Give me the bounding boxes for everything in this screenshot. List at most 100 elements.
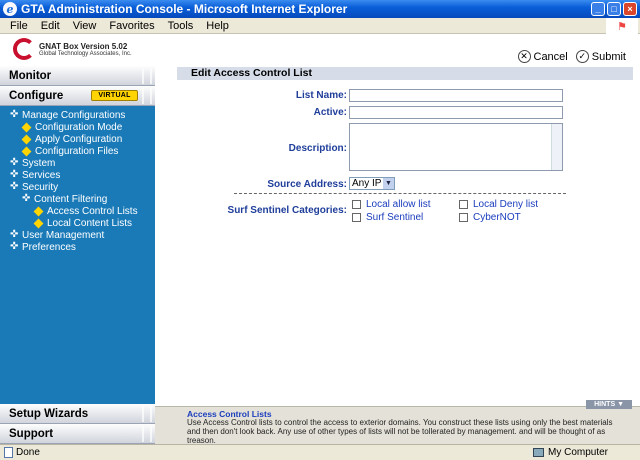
- page-title: Edit Access Control List: [177, 67, 633, 80]
- grip-icon: [142, 88, 152, 104]
- expand-cross-icon: ✜: [22, 193, 31, 204]
- grip-icon: [142, 406, 152, 422]
- sidebar-item-security[interactable]: ✜ Security: [0, 181, 155, 193]
- logo: GNAT Box Version 5.02 Global Technology …: [13, 38, 132, 60]
- menu-bar: File Edit View Favorites Tools Help: [0, 18, 640, 34]
- setup-wizards-label: Setup Wizards: [9, 407, 89, 420]
- hints-label: HINTS: [594, 401, 616, 408]
- checkbox-box[interactable]: [352, 200, 361, 209]
- sidebar-item-label: Preferences: [22, 241, 76, 253]
- submit-check-icon: ✓: [575, 50, 589, 63]
- sidebar-item-manage-configurations[interactable]: ✜ Manage Configurations: [0, 109, 155, 121]
- sidebar-section-support[interactable]: Support: [0, 424, 155, 444]
- expand-cross-icon: ✜: [10, 169, 19, 180]
- sidebar-item-label: Configuration Files: [35, 145, 119, 157]
- checkbox-label: Surf Sentinel: [366, 212, 424, 223]
- computer-icon: [533, 448, 544, 457]
- logo-version: GNAT Box Version 5.02: [39, 41, 128, 51]
- sidebar-item-local-content-lists[interactable]: Local Content Lists: [0, 217, 155, 229]
- title-bar: e GTA Administration Console - Microsoft…: [0, 0, 640, 18]
- menu-view[interactable]: View: [73, 20, 97, 32]
- checkbox-label: Local allow list: [366, 199, 431, 210]
- diamond-bullet-icon: [21, 134, 32, 144]
- divider: [234, 193, 566, 194]
- config-tree: ✜ Manage Configurations Configuration Mode…: [0, 106, 155, 253]
- sidebar-section-setup-wizards[interactable]: Setup Wizards: [0, 404, 155, 424]
- source-address-label: Source Address:: [267, 179, 347, 190]
- sidebar-item-configuration-files[interactable]: Configuration Files: [0, 145, 155, 157]
- menu-favorites[interactable]: Favorites: [109, 20, 154, 32]
- sidebar-item-services[interactable]: ✜ Services: [0, 169, 155, 181]
- app-header: GNAT Box Version 5.02 Global Technology …: [0, 34, 640, 66]
- hints-toggle[interactable]: HINTS ▼: [586, 400, 632, 409]
- submit-label: Submit: [591, 50, 626, 63]
- diamond-bullet-icon: [21, 146, 32, 156]
- sidebar-item-label: Content Filtering: [34, 193, 108, 205]
- checkbox-local-deny[interactable]: Local Deny list: [459, 199, 538, 210]
- diamond-bullet-icon: [33, 206, 44, 216]
- help-text: Use Access Control lists to control the …: [187, 418, 613, 445]
- list-name-label: List Name:: [295, 90, 347, 101]
- cancel-button[interactable]: ✕ Cancel: [517, 50, 568, 63]
- list-name-input[interactable]: [349, 89, 563, 102]
- minimize-button[interactable]: _: [591, 2, 605, 16]
- active-label: Active:: [313, 107, 347, 118]
- sidebar-item-label: Local Content Lists: [47, 217, 133, 229]
- status-bar: Done My Computer: [0, 444, 640, 460]
- description-textarea[interactable]: [349, 123, 563, 171]
- checkbox-box[interactable]: [459, 200, 468, 209]
- close-button[interactable]: ×: [623, 2, 637, 16]
- surf-sentinel-label: Surf Sentinel Categories:: [227, 205, 347, 216]
- checkbox-box[interactable]: [352, 213, 361, 222]
- diamond-bullet-icon: [33, 218, 44, 228]
- grip-icon: [142, 426, 152, 442]
- sidebar-item-configuration-mode[interactable]: Configuration Mode: [0, 121, 155, 133]
- sidebar-item-content-filtering[interactable]: ✜ Content Filtering: [0, 193, 155, 205]
- support-label: Support: [9, 427, 54, 440]
- sidebar-item-apply-configuration[interactable]: Apply Configuration: [0, 133, 155, 145]
- cancel-icon: ✕: [517, 50, 531, 63]
- description-label: Description:: [288, 143, 347, 154]
- sidebar-item-system[interactable]: ✜ System: [0, 157, 155, 169]
- maximize-button[interactable]: □: [607, 2, 621, 16]
- checkbox-label: CyberNOT: [473, 212, 521, 223]
- expand-cross-icon: ✜: [10, 157, 19, 168]
- gta-logo-icon: [13, 38, 35, 60]
- chevron-down-icon[interactable]: ▼: [383, 178, 394, 189]
- checkbox-label: Local Deny list: [473, 199, 539, 210]
- sidebar-item-label: Security: [22, 181, 59, 193]
- status-text: Done: [16, 447, 40, 458]
- menu-tools[interactable]: Tools: [168, 20, 194, 32]
- expand-cross-icon: ✜: [10, 229, 19, 240]
- sidebar-item-user-management[interactable]: ✜ User Management: [0, 229, 155, 241]
- sidebar-item-preferences[interactable]: ✜ Preferences: [0, 241, 155, 253]
- menu-edit[interactable]: Edit: [41, 20, 60, 32]
- submit-button[interactable]: ✓ Submit: [575, 50, 626, 63]
- zone-text: My Computer: [548, 447, 609, 458]
- textarea-scrollbar[interactable]: [551, 124, 562, 170]
- sidebar-section-configure[interactable]: Configure VIRTUAL: [0, 86, 155, 106]
- ie-icon: e: [3, 2, 17, 16]
- diamond-bullet-icon: [21, 122, 32, 132]
- sidebar-section-monitor[interactable]: Monitor: [0, 66, 155, 86]
- sidebar-item-label: User Management: [22, 229, 105, 241]
- monitor-label: Monitor: [9, 69, 52, 82]
- source-address-select[interactable]: Any IP ▼: [349, 177, 395, 190]
- help-panel: HINTS ▼ Access Control Lists Use Access …: [155, 400, 640, 445]
- sidebar-item-access-control-lists[interactable]: Access Control Lists: [0, 205, 155, 217]
- sidebar: Monitor Configure VIRTUAL ✜ Manage Config…: [0, 66, 155, 444]
- sidebar-item-label: Manage Configurations: [22, 109, 126, 121]
- checkbox-box[interactable]: [459, 213, 468, 222]
- sidebar-item-label: System: [22, 157, 56, 169]
- main-content: Edit Access Control List List Name: Acti…: [155, 66, 640, 406]
- menu-file[interactable]: File: [10, 20, 28, 32]
- active-input[interactable]: [349, 106, 563, 119]
- menu-help[interactable]: Help: [206, 20, 229, 32]
- checkbox-surf-sentinel[interactable]: Surf Sentinel: [352, 212, 423, 223]
- expand-cross-icon: ✜: [10, 109, 19, 120]
- windows-logo-icon: ⚑: [606, 18, 638, 34]
- checkbox-cybernot[interactable]: CyberNOT: [459, 212, 521, 223]
- sidebar-item-label: Apply Configuration: [35, 133, 123, 145]
- checkbox-local-allow[interactable]: Local allow list: [352, 199, 430, 210]
- sidebar-item-label: Services: [22, 169, 61, 181]
